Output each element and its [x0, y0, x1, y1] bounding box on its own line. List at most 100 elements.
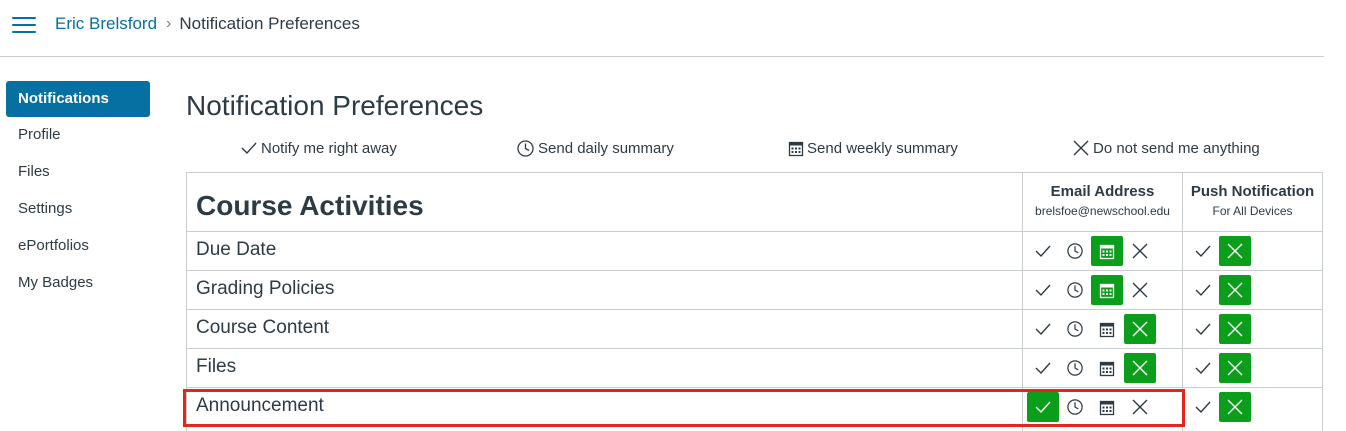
- clock-icon: [1067, 282, 1083, 298]
- email-option-right-away[interactable]: [1027, 353, 1059, 383]
- row-label: Due Date: [196, 239, 277, 260]
- checkmark-icon: [1195, 245, 1211, 258]
- x-icon: [1132, 360, 1148, 376]
- calendar-icon: [1099, 361, 1115, 376]
- checkmark-icon: [1195, 401, 1211, 414]
- legend-label: Send daily summary: [538, 139, 674, 157]
- sidebar-item-profile[interactable]: Profile: [6, 117, 150, 154]
- email-option-weekly[interactable]: [1091, 314, 1123, 344]
- email-option-daily[interactable]: [1059, 275, 1091, 305]
- row-label: Announcement: [196, 395, 324, 416]
- breadcrumb-separator-icon: ›: [166, 15, 172, 32]
- calendar-icon: [1099, 283, 1115, 298]
- push-option-right-away[interactable]: [1187, 275, 1219, 305]
- top-bar: Eric Brelsford › Notification Preference…: [0, 0, 1324, 57]
- table-row: Files: [187, 348, 1322, 388]
- email-option-right-away[interactable]: [1027, 392, 1059, 422]
- checkmark-icon: [1035, 245, 1051, 258]
- push-option-never[interactable]: [1219, 275, 1251, 305]
- x-icon: [1132, 282, 1148, 298]
- table-row: Grading Policies: [187, 270, 1322, 310]
- legend-label: Send weekly summary: [807, 139, 958, 157]
- sidebar-item-settings[interactable]: Settings: [6, 191, 150, 228]
- table-row: Course Content: [187, 309, 1322, 349]
- email-option-weekly[interactable]: [1091, 392, 1123, 422]
- checkmark-icon: [241, 142, 257, 155]
- x-icon: [1132, 243, 1148, 259]
- legend-daily: Send daily summary: [516, 137, 674, 159]
- sidebar-item-eportfolios[interactable]: ePortfolios: [6, 228, 150, 265]
- email-option-daily[interactable]: [1059, 392, 1091, 422]
- email-option-never[interactable]: [1124, 392, 1156, 422]
- email-option-right-away[interactable]: [1027, 314, 1059, 344]
- row-label: Course Content: [196, 317, 330, 338]
- email-column-address: brelsfoe@newschool.edu: [1035, 204, 1170, 218]
- row-label: Files: [196, 356, 237, 377]
- legend-weekly: Send weekly summary: [788, 137, 958, 159]
- push-option-right-away[interactable]: [1187, 353, 1219, 383]
- sidebar-item-my-badges[interactable]: My Badges: [6, 265, 150, 302]
- push-option-never[interactable]: [1219, 236, 1251, 266]
- email-option-daily[interactable]: [1059, 314, 1091, 344]
- email-column-title: Email Address: [1050, 183, 1155, 200]
- x-icon: [1227, 360, 1243, 376]
- push-option-never[interactable]: [1219, 392, 1251, 422]
- email-option-right-away[interactable]: [1027, 236, 1059, 266]
- row-label: Grading Policies: [196, 278, 335, 299]
- email-option-never[interactable]: [1124, 353, 1156, 383]
- calendar-icon: [1099, 322, 1115, 337]
- email-option-right-away[interactable]: [1027, 275, 1059, 305]
- checkmark-icon: [1035, 323, 1051, 336]
- email-option-weekly[interactable]: [1091, 236, 1123, 266]
- push-column-header: Push Notification For All Devices: [1183, 183, 1322, 218]
- page-title: Notification Preferences: [186, 90, 484, 121]
- legend-label: Do not send me anything: [1093, 139, 1260, 157]
- email-option-weekly[interactable]: [1091, 353, 1123, 383]
- x-icon: [1227, 243, 1243, 259]
- table-row: Announcement: [187, 387, 1322, 427]
- legend-never: Do not send me anything: [1072, 137, 1260, 159]
- sidebar-item-files[interactable]: Files: [6, 154, 150, 191]
- x-icon: [1132, 321, 1148, 337]
- clock-icon: [1067, 399, 1083, 415]
- push-option-never[interactable]: [1219, 314, 1251, 344]
- x-icon: [1073, 140, 1089, 156]
- checkmark-icon: [1195, 323, 1211, 336]
- x-icon: [1227, 282, 1243, 298]
- push-column-title: Push Notification: [1190, 183, 1315, 200]
- email-option-daily[interactable]: [1059, 236, 1091, 266]
- push-option-never[interactable]: [1219, 353, 1251, 383]
- email-option-never[interactable]: [1124, 275, 1156, 305]
- table-row: Due Date: [187, 231, 1322, 271]
- email-option-never[interactable]: [1124, 314, 1156, 344]
- email-option-daily[interactable]: [1059, 353, 1091, 383]
- calendar-icon: [1099, 244, 1115, 259]
- clock-icon: [1067, 243, 1083, 259]
- hamburger-menu-icon[interactable]: [12, 15, 36, 35]
- checkmark-icon: [1195, 362, 1211, 375]
- x-icon: [1227, 321, 1243, 337]
- calendar-icon: [1099, 400, 1115, 415]
- push-column-subtitle: For All Devices: [1212, 204, 1293, 218]
- legend-label: Notify me right away: [261, 139, 397, 157]
- email-column-header: Email Address brelsfoe@newschool.edu: [1023, 183, 1182, 218]
- email-option-never[interactable]: [1124, 236, 1156, 266]
- x-icon: [1227, 399, 1243, 415]
- x-icon: [1132, 399, 1148, 415]
- push-option-right-away[interactable]: [1187, 314, 1219, 344]
- section-title: Course Activities: [196, 190, 424, 221]
- push-option-right-away[interactable]: [1187, 392, 1219, 422]
- breadcrumb-current: Notification Preferences: [179, 14, 360, 33]
- breadcrumb: Eric Brelsford › Notification Preference…: [55, 14, 360, 34]
- clock-icon: [1067, 360, 1083, 376]
- push-option-right-away[interactable]: [1187, 236, 1219, 266]
- legend-right-away: Notify me right away: [240, 137, 397, 159]
- sidebar-item-notifications[interactable]: Notifications: [6, 81, 150, 117]
- breadcrumb-user-link[interactable]: Eric Brelsford: [55, 14, 157, 34]
- checkmark-icon: [1035, 362, 1051, 375]
- checkmark-icon: [1035, 401, 1051, 414]
- email-option-weekly[interactable]: [1091, 275, 1123, 305]
- clock-icon: [517, 139, 534, 157]
- checkmark-icon: [1035, 284, 1051, 297]
- checkmark-icon: [1195, 284, 1211, 297]
